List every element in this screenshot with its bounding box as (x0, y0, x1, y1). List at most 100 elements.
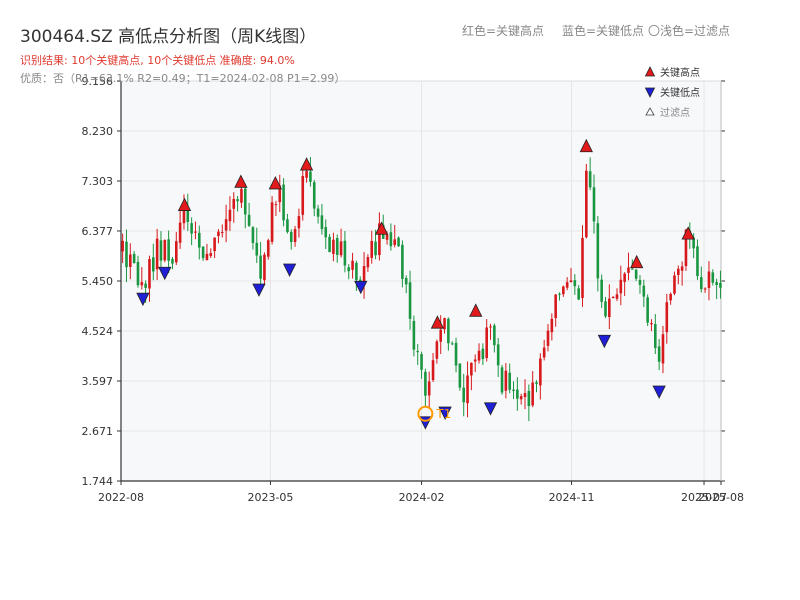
candle-body (627, 267, 630, 273)
candle-body (634, 269, 638, 279)
candle-body (604, 301, 607, 317)
candle-body (707, 271, 711, 288)
candle-body (477, 350, 481, 361)
candle-body (558, 293, 561, 295)
candle-body (500, 367, 504, 393)
candle-body (554, 294, 557, 319)
candle-body (493, 325, 496, 346)
candle-body (408, 282, 412, 319)
candle-body (385, 234, 389, 240)
y-tick-label: 3.597 (82, 375, 114, 388)
candle-body (274, 204, 278, 206)
candle-body (512, 389, 515, 391)
candle-body (259, 255, 262, 279)
candle-body (654, 324, 657, 349)
candle-body (435, 341, 439, 359)
x-tick-label: 2024-11 (549, 491, 595, 504)
candle-body (631, 268, 634, 270)
candle-body (623, 273, 626, 282)
candle-body (585, 170, 588, 238)
candle-body (577, 288, 580, 300)
candle-body (144, 283, 147, 288)
candle-body (332, 239, 335, 254)
candle-body (159, 240, 163, 261)
candle-body (129, 254, 132, 267)
x-tick-label: 2023-05 (247, 491, 293, 504)
candle-body (611, 296, 615, 298)
candle-body (343, 240, 347, 266)
candle-body (132, 253, 136, 264)
candle-body (531, 382, 534, 406)
chart-canvas: 1.744 2.671 3.597 4.524 5.450 6.377 7.303 8.230… (82, 66, 744, 504)
candle-body (243, 188, 247, 215)
candle-body (301, 175, 305, 215)
candle-body (596, 223, 600, 279)
y-tick-label: 6.377 (82, 225, 114, 238)
candle-body (320, 215, 324, 230)
candle-body (676, 268, 680, 275)
quality-summary: 优质：否（R1=63.1% R2=0.49；T1=2024-02-08 P1=2… (20, 72, 346, 85)
candle-body (454, 342, 458, 366)
candle-body (247, 214, 251, 226)
t1-label: T1 (435, 407, 451, 421)
candle-body (699, 277, 703, 290)
candle-body (485, 327, 488, 359)
candle-body (542, 347, 546, 358)
legend-marker (644, 66, 656, 77)
y-tick-label: 7.303 (82, 175, 114, 188)
y-tick-label: 4.524 (82, 325, 114, 338)
candle-body (473, 359, 477, 362)
candle-body (650, 323, 653, 325)
candle-body (696, 246, 699, 277)
candle-body (665, 302, 669, 333)
candle-body (220, 232, 224, 234)
candle-body (266, 240, 270, 257)
candle-body (619, 279, 623, 294)
candle-body (309, 171, 312, 182)
candle-body (270, 202, 274, 242)
candle-body (427, 381, 431, 396)
candle-body (171, 258, 174, 264)
candle-body (312, 182, 316, 209)
note-red-high: 红色=关键高点 (462, 24, 545, 38)
result-summary: 识别结果: 10个关键高点, 10个关键低点 准确度: 94.0% (20, 54, 295, 67)
candle-body (550, 318, 554, 333)
candle-body (481, 348, 485, 360)
candle-body (335, 238, 339, 255)
candle-body (328, 236, 331, 253)
candle-body (263, 254, 266, 281)
candle-body (217, 231, 220, 237)
candle-body (470, 362, 473, 376)
candle-body (293, 229, 297, 243)
candle-body (251, 227, 255, 243)
candle-body (209, 253, 213, 256)
candle-body (569, 280, 573, 283)
x-tick-label: 2022-08 (98, 491, 144, 504)
candle-body (205, 253, 209, 261)
y-tick-label: 5.450 (82, 275, 114, 288)
chart-title: 300464.SZ 高低点分析图（周K线图） (20, 27, 317, 47)
candle-body (496, 344, 500, 366)
candle-body (236, 199, 239, 202)
candle-body (431, 360, 435, 381)
candle-body (462, 387, 466, 403)
candle-body (669, 293, 672, 301)
candle-body (194, 231, 197, 233)
candle-body (155, 238, 159, 270)
candle-body (703, 288, 707, 290)
candle-body (389, 232, 393, 247)
candle-body (535, 382, 538, 384)
y-tick-label: 1.744 (82, 475, 114, 488)
candle-body (228, 209, 232, 222)
candle-body (573, 280, 577, 287)
candle-body (527, 390, 531, 407)
candle-body (508, 372, 511, 390)
candle-body (140, 282, 144, 286)
candle-body (615, 294, 619, 299)
candle-body (224, 219, 228, 231)
candle-body (539, 358, 542, 386)
candle-body (458, 363, 462, 388)
candle-body (581, 237, 584, 299)
y-tick-label: 8.230 (82, 125, 114, 138)
candle-body (393, 239, 397, 245)
